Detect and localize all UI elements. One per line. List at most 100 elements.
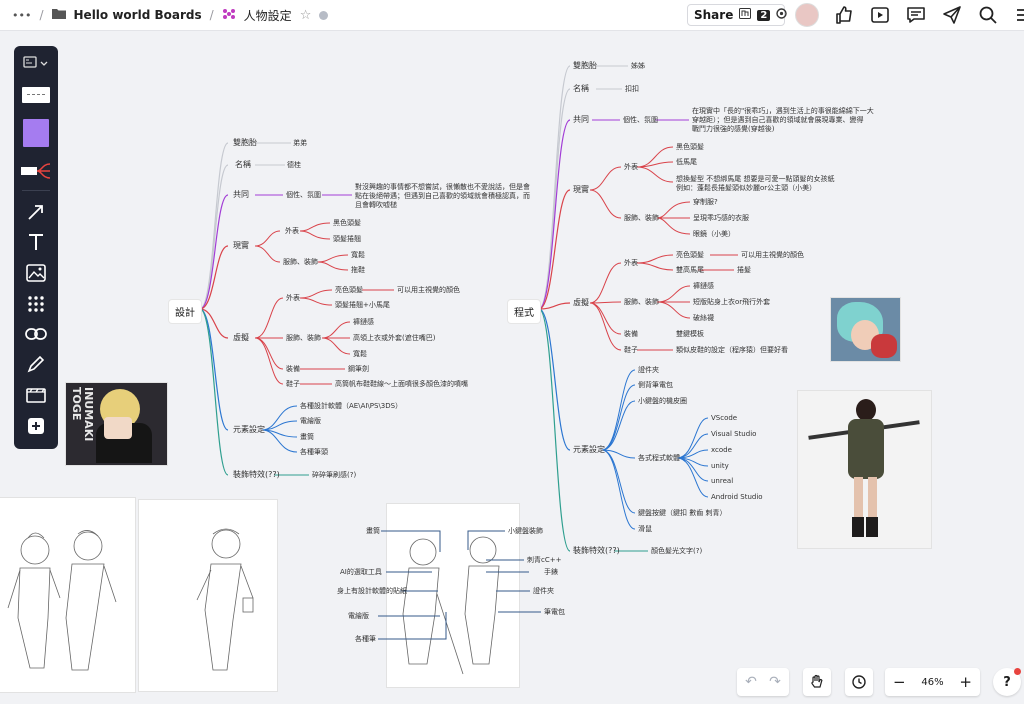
node-leaf: 頭髮捲翹 [333,234,361,243]
node-leaf: Android Studio [711,493,763,501]
node-leaf: 側背筆電包 [638,380,673,389]
node-leaf: 褲鏈感 [353,317,374,326]
node-leaf: unity [711,462,729,470]
node-name-value: 德桂 [287,160,301,169]
grid-tool[interactable] [14,291,58,317]
templates-button[interactable] [14,50,58,76]
node-leaf: 呈現乖巧感的衣服 [693,213,749,222]
node-leaf: 想換髮型 不想綁馬尾 想要是可愛一點頭髮的女孩紙 [676,174,834,183]
help-button[interactable]: ? [993,668,1021,696]
character-card-text: INUMAKI TOGE [70,387,95,442]
history-button[interactable] [845,668,873,696]
frame-tool[interactable] [14,382,58,408]
notification-dot [1014,668,1021,675]
like-icon[interactable] [833,4,855,26]
menu-icon[interactable] [1013,4,1024,26]
zoom-level[interactable]: 46% [921,677,943,688]
verified-icon [319,10,329,20]
node-leaf: 黑色頭髮 [676,142,704,151]
node-name-value: 扣扣 [625,84,639,93]
root-node-program[interactable]: 程式 [508,300,540,323]
more-menu-button[interactable]: ••• [12,9,31,22]
node-leaf: 各種筆頭 [300,447,328,456]
node-virtual: 虛擬 [573,297,589,307]
node-twin: 雙胞胎 [573,60,597,70]
breadcrumb-separator: / [39,8,44,22]
present-icon[interactable] [869,4,891,26]
comment-icon[interactable] [905,4,927,26]
node-leaf: 穿制服? [693,197,718,206]
node-leaf: 破絲襪 [693,313,714,322]
share-button[interactable]: Share 2 [687,4,788,26]
breadcrumb: ••• / Hello world Boards / 人物設定 ☆ [12,0,329,30]
node-equipment: 裝備 [624,329,638,338]
star-icon[interactable]: ☆ [300,8,312,23]
zoom-out-button[interactable]: − [893,673,906,691]
node-leaf: 各式程式軟體 [638,453,680,462]
node-leaf: xcode [711,446,732,454]
sketch-label: 畫筒 [366,526,380,535]
pen-tool[interactable] [14,351,58,377]
zoom-in-button[interactable]: + [959,673,972,691]
text-block-tool[interactable] [14,82,58,108]
send-icon[interactable] [941,4,963,26]
sticky-note-tool[interactable] [14,116,58,150]
undo-icon[interactable]: ↶ [739,674,763,690]
image-tool[interactable] [14,260,58,286]
node-personality: 個性、氛圍 [623,115,658,124]
help-icon: ? [1003,674,1011,690]
node-virtual: 虛擬 [233,332,249,342]
sketch-label: 各種筆 [355,634,376,643]
node-leaf: 捲髮 [737,265,751,274]
sketch-label: 電繪版 [348,611,369,620]
breadcrumb-separator: / [209,8,214,22]
node-name: 名稱 [573,83,589,93]
character-image-boy[interactable]: INUMAKI TOGE [66,383,167,465]
node-equipment: 裝備 [286,364,300,373]
mindmap-icon [222,8,236,23]
node-common: 共同 [573,115,589,124]
node-reality: 現實 [573,184,589,194]
node-appearance: 外表 [286,293,300,302]
node-personality-desc: 穿越距）；但是遇到自己喜歡的領域就會展現專業、變得 [692,115,864,124]
node-twin-value: 姊姊 [631,61,645,70]
sketch-pair-card[interactable] [0,498,135,692]
mindmap-tool[interactable] [14,158,58,184]
node-leaf: 可以用主視覺的顏色 [397,285,460,294]
arrow-tool[interactable] [14,199,58,225]
node-leaf: 亮色頭髮 [335,285,363,294]
users-icon [739,8,752,22]
node-leaf: 電繪版 [300,416,321,425]
zoom-control: − 46% + [885,668,980,696]
sketch-label: 手錶 [544,567,558,576]
node-leaf: 黑色頭髮 [333,218,361,227]
node-leaf: 寬鬆 [351,250,365,259]
sketch-annotated-card[interactable] [387,504,519,687]
node-leaf: 碎碎筆刷感(?) [312,470,356,479]
node-appearance: 外表 [624,162,638,171]
add-more-button[interactable] [14,413,58,439]
toolbar-divider [22,190,50,191]
text-tool[interactable] [14,229,58,255]
page-title[interactable]: 人物設定 [244,7,292,24]
sketch-single-card[interactable] [139,500,277,691]
board-name-link[interactable]: Hello world Boards [74,8,202,22]
redo-icon[interactable]: ↷ [763,674,787,690]
hand-tool-button[interactable] [803,668,831,696]
link-icon[interactable] [14,321,58,347]
root-node-design[interactable]: 設計 [169,300,201,323]
node-leaf: 各種設計軟體（AE\AI\PS\3DS） [300,401,402,410]
character-image-girl-full[interactable] [798,391,931,548]
node-leaf: 寬鬆 [353,349,367,358]
node-appearance: 外表 [285,226,299,235]
node-personality-desc: 對沒興趣的事情都不想嘗試，很懶散也不愛說話，但是會 [355,182,530,191]
node-leaf: 鋼筆劍 [348,364,369,373]
node-leaf: 褲鏈感 [693,281,714,290]
node-leaf: 鍵盤按鍵（鍵扣 數齒 刺青） [638,508,726,517]
character-image-girl-portrait[interactable] [831,298,900,361]
search-icon[interactable] [977,4,999,26]
node-twin-value: 弟弟 [293,138,307,147]
avatar[interactable] [795,3,819,27]
node-leaf: 高領上衣或外套(遮住嘴巴) [353,333,436,342]
node-personality-desc: 在現實中「長的"很乖巧」，遇到生活上的事很能綿綿下一大 [692,106,874,115]
